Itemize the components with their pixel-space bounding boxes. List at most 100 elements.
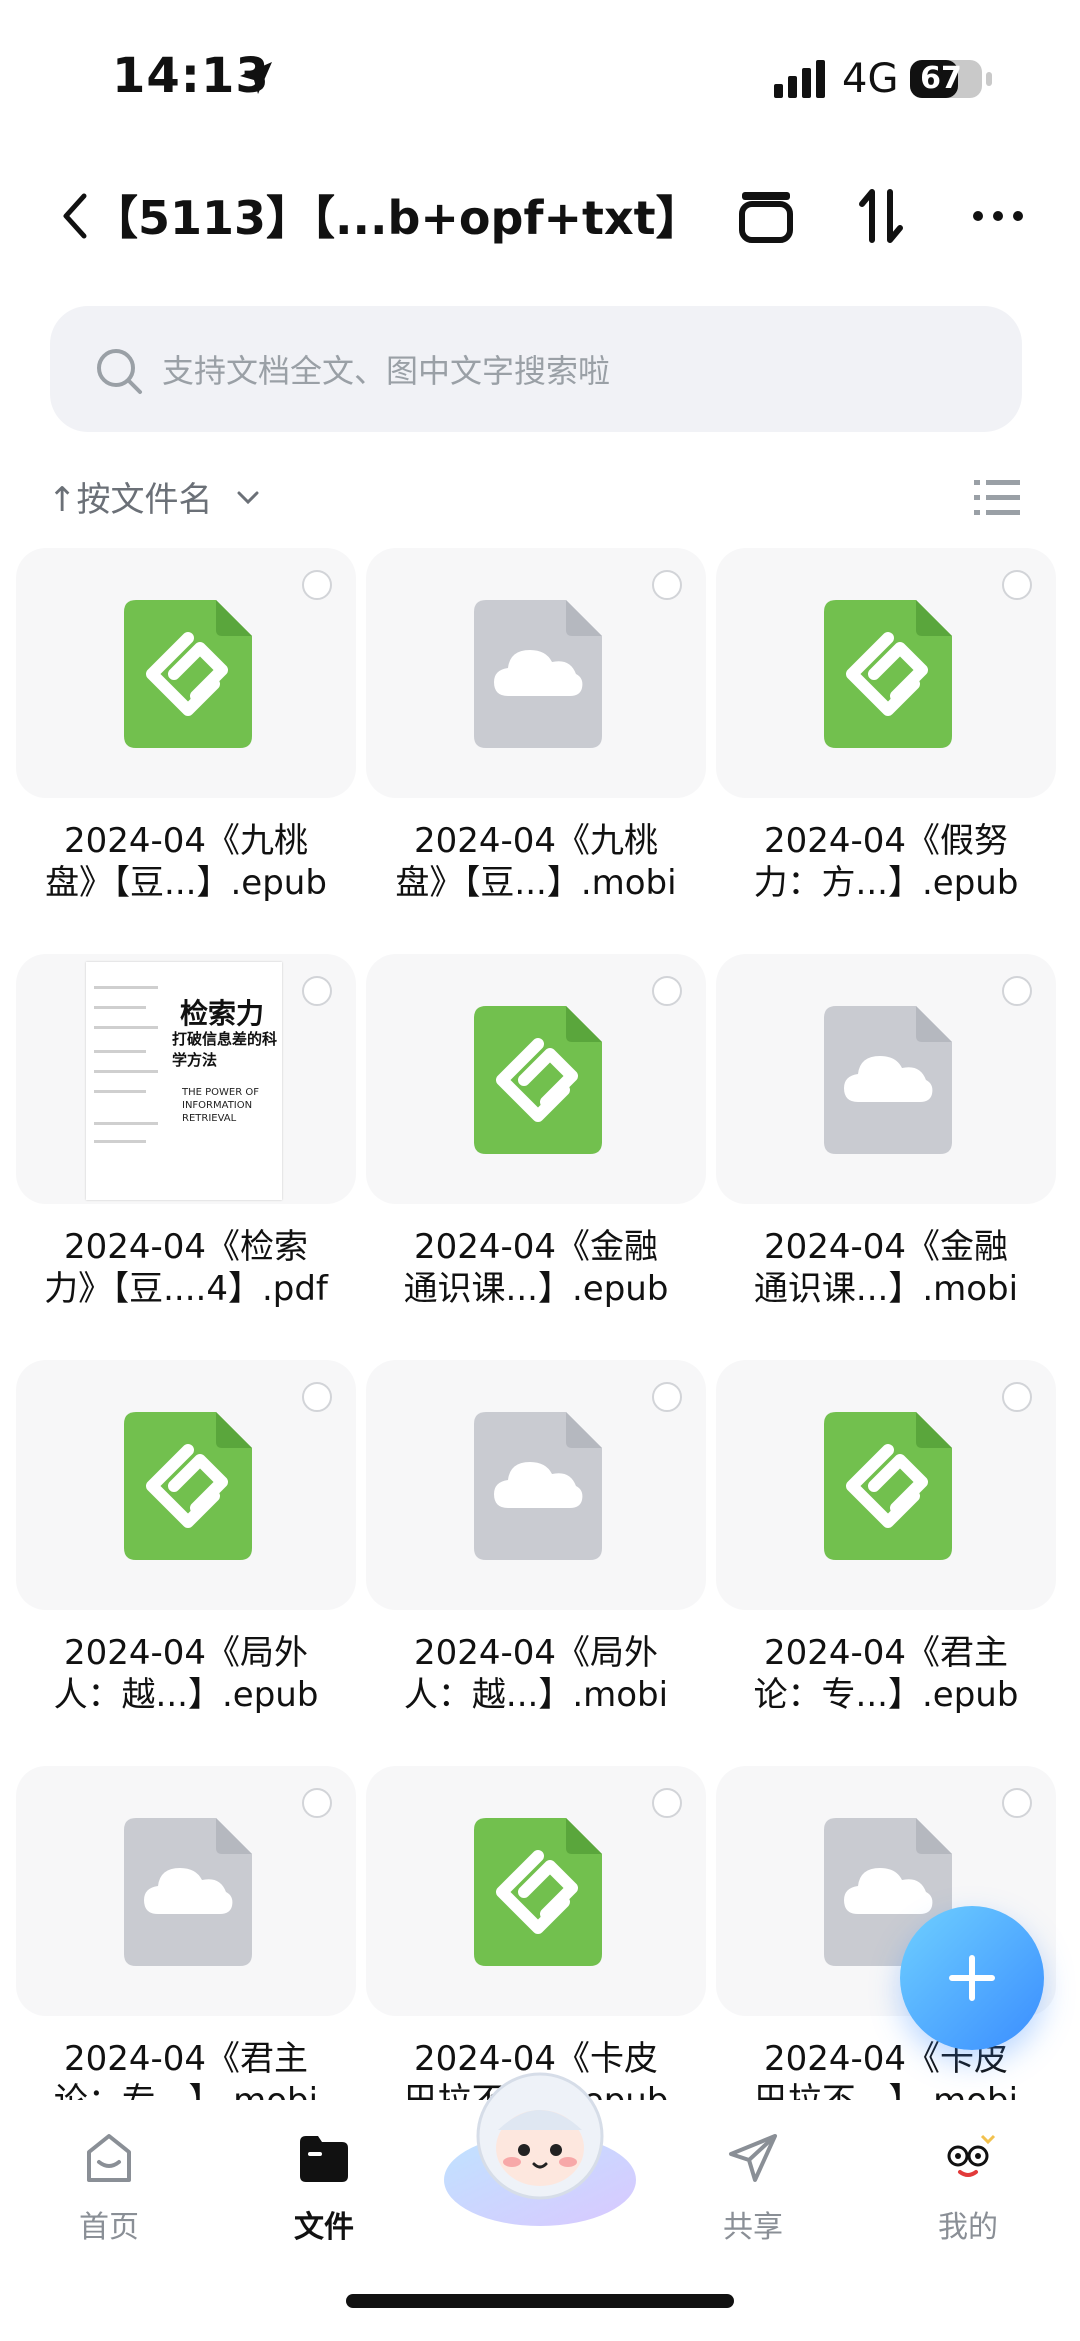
file-name: 2024-04《局外 人：越...】.mobi: [366, 1632, 706, 1716]
select-checkbox[interactable]: [302, 1382, 332, 1412]
select-checkbox[interactable]: [1002, 1788, 1032, 1818]
epub-file-icon: [474, 1006, 602, 1154]
file-name-line1: 2024-04《金融: [763, 1227, 1009, 1267]
cover-subtitle: 打破信息差的科学方法: [172, 1030, 278, 1069]
select-checkbox[interactable]: [1002, 1382, 1032, 1412]
select-checkbox[interactable]: [652, 570, 682, 600]
battery-tip: [986, 72, 992, 86]
epub-file-icon: [474, 1818, 602, 1966]
file-name-line1: 2024-04《检索: [63, 1227, 309, 1267]
epub-file-icon: [824, 1412, 952, 1560]
file-item[interactable]: 2024-04《局外 人：越...】.mobi: [366, 1360, 706, 1768]
sort-row: ↑按文件名: [0, 466, 1080, 526]
cover-text-line: [94, 986, 158, 989]
file-item[interactable]: 2024-04《局外 人：越...】.epub: [16, 1360, 356, 1768]
file-item[interactable]: 2024-04《金融 通识课...】.mobi: [716, 954, 1056, 1362]
network-type: 4G: [842, 56, 899, 102]
status-bar: 14:13 4G 67: [0, 0, 1080, 150]
file-name: 2024-04《局外 人：越...】.epub: [16, 1632, 356, 1716]
file-item[interactable]: 2024-04《君主 论：专...】.epub: [716, 1360, 1056, 1768]
file-item[interactable]: 2024-04《金融 通识课...】.epub: [366, 954, 706, 1362]
file-item[interactable]: 2024-04《九桃 盘》【豆...】.epub: [16, 548, 356, 956]
more-icon[interactable]: [966, 184, 1030, 248]
select-checkbox[interactable]: [302, 1788, 332, 1818]
select-checkbox[interactable]: [652, 1788, 682, 1818]
file-thumbnail[interactable]: [16, 1360, 356, 1610]
select-checkbox[interactable]: [302, 976, 332, 1006]
chevron-down-icon[interactable]: [236, 486, 260, 510]
share-icon: [729, 2134, 777, 2182]
home-icon: [87, 2134, 131, 2182]
sort-by-name[interactable]: ↑按文件名: [48, 472, 213, 521]
file-name-line2: 力》【豆....4】.pdf: [44, 1269, 328, 1309]
select-checkbox[interactable]: [302, 570, 332, 600]
file-item[interactable]: 检索力 打破信息差的科学方法 THE POWER OF INFORMATION RE…: [16, 954, 356, 1362]
cloud-file-icon: [824, 1006, 952, 1154]
nav-profile-label: 我的: [938, 2210, 998, 2245]
epub-file-icon: [124, 1412, 252, 1560]
file-name: 2024-04《九桃 盘》【豆...】.epub: [16, 820, 356, 904]
file-name-line2: 论：专...】.mobi: [16, 2080, 356, 2100]
file-name: 2024-04《九桃 盘》【豆...】.mobi: [366, 820, 706, 904]
file-thumbnail[interactable]: [366, 548, 706, 798]
select-checkbox[interactable]: [1002, 976, 1032, 1006]
epub-file-icon: [824, 600, 952, 748]
file-thumbnail[interactable]: [16, 548, 356, 798]
nav-files[interactable]: 文件: [249, 2128, 399, 2268]
file-name-line2: 盘》【豆...】.mobi: [395, 863, 677, 903]
file-name: 2024-04《检索 力》【豆....4】.pdf: [16, 1226, 356, 1310]
nav-share[interactable]: 共享: [678, 2128, 828, 2268]
search-placeholder: 支持文档全文、图中文字搜索啦: [162, 352, 611, 390]
select-checkbox[interactable]: [652, 1382, 682, 1412]
back-chevron-icon[interactable]: [56, 186, 96, 246]
folder-icon: [300, 2136, 348, 2182]
search-bar[interactable]: 支持文档全文、图中文字搜索啦: [50, 306, 1022, 432]
file-name-line2: 人：越...】.mobi: [403, 1675, 669, 1715]
file-name: 2024-04《金融 通识课...】.mobi: [716, 1226, 1056, 1310]
pdf-cover-thumbnail: 检索力 打破信息差的科学方法 THE POWER OF INFORMATION RE…: [86, 962, 282, 1200]
cloud-file-icon: [474, 1412, 602, 1560]
file-grid: 2024-04《九桃 盘》【豆...】.epub 2024-04《九桃 盘》【豆...…: [0, 548, 1080, 2100]
nav-home-label: 首页: [79, 2210, 139, 2245]
file-item[interactable]: 2024-04《卡皮巴拉不...】.epub: [366, 1766, 706, 2100]
select-checkbox[interactable]: [652, 976, 682, 1006]
select-checkbox[interactable]: [1002, 570, 1032, 600]
file-thumbnail[interactable]: [366, 1360, 706, 1610]
file-name-line1: 2024-04《卡皮: [763, 2039, 1009, 2079]
file-name-line2: 力：方...】.epub: [753, 863, 1019, 903]
file-name-line2: 巴拉不...】.mobi: [716, 2080, 1056, 2100]
file-thumbnail[interactable]: [716, 1360, 1056, 1610]
nav-share-label: 共享: [723, 2210, 783, 2245]
nav-files-label: 文件: [294, 2210, 354, 2245]
file-name: 2024-04《金融 通识课...】.epub: [366, 1226, 706, 1310]
file-name: 2024-04《君主 论：专...】.epub: [716, 1632, 1056, 1716]
cover-text-line: [94, 1026, 158, 1029]
title-bar: 【5113】【...b+opf+txt】: [0, 160, 1080, 270]
cover-text-line: [94, 1050, 146, 1053]
home-indicator: [346, 2294, 734, 2308]
file-item[interactable]: 2024-04《假努 力：方...】.epub: [716, 548, 1056, 956]
file-thumbnail[interactable]: [716, 954, 1056, 1204]
file-name-line1: 2024-04《假努: [763, 821, 1009, 861]
file-name-line1: 2024-04《局外: [63, 1633, 309, 1673]
cover-text-line: [94, 1140, 146, 1143]
file-thumbnail[interactable]: [366, 1766, 706, 2016]
file-thumbnail[interactable]: 检索力 打破信息差的科学方法 THE POWER OF INFORMATION RE…: [16, 954, 356, 1204]
add-button[interactable]: [900, 1906, 1044, 2050]
file-thumbnail[interactable]: [716, 548, 1056, 798]
file-item[interactable]: 2024-04《君主论：专...】.mobi: [16, 1766, 356, 2100]
mascot-icon[interactable]: [440, 2060, 640, 2230]
nav-home[interactable]: 首页: [34, 2128, 184, 2268]
file-thumbnail[interactable]: [366, 954, 706, 1204]
sort-icon[interactable]: [850, 184, 914, 248]
archive-icon[interactable]: [734, 184, 798, 248]
file-name-line1: 2024-04《九桃: [63, 821, 309, 861]
list-view-icon[interactable]: [974, 478, 1020, 518]
file-name-line1: 2024-04《九桃: [413, 821, 659, 861]
nav-profile[interactable]: 我的: [893, 2128, 1043, 2268]
plus-icon: [949, 1955, 995, 2001]
file-thumbnail[interactable]: [16, 1766, 356, 2016]
file-name: 2024-04《假努 力：方...】.epub: [716, 820, 1056, 904]
file-name-line2: 盘》【豆...】.epub: [45, 863, 327, 903]
file-item[interactable]: 2024-04《九桃 盘》【豆...】.mobi: [366, 548, 706, 956]
